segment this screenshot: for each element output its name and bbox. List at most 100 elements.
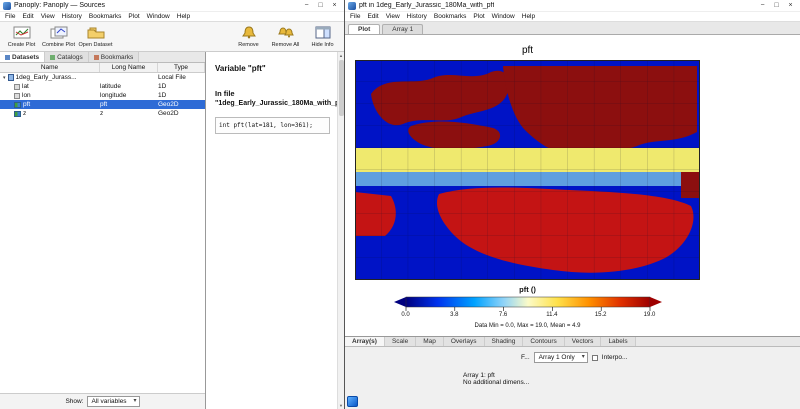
tab-array-1[interactable]: Array 1	[382, 24, 423, 34]
cell-name: pft	[23, 101, 30, 108]
open-dataset-icon	[87, 26, 105, 41]
menu-help[interactable]: Help	[177, 13, 190, 20]
menu-help[interactable]: Help	[522, 13, 535, 20]
open-dataset-button[interactable]: Open Dataset	[77, 26, 114, 48]
tab-contours[interactable]: Contours	[523, 337, 564, 346]
cell-long-name: z	[100, 109, 158, 118]
dims-info-text: No additional dimens...	[463, 379, 792, 386]
open-dataset-label: Open Dataset	[79, 42, 113, 48]
array-mode-select[interactable]: Array 1 Only	[534, 352, 588, 363]
dataset-pane: Datasets Catalogs Bookmarks Name Long Na…	[0, 52, 206, 409]
table-row-z[interactable]: z z Geo2D	[0, 109, 205, 118]
tab-scale[interactable]: Scale	[385, 337, 416, 346]
colorbar-label: pft ()	[519, 285, 536, 294]
tab-catalogs[interactable]: Catalogs	[45, 52, 89, 62]
plot-titlebar[interactable]: pft in 1deg_Early_Jurassic_180Ma_with_pf…	[345, 0, 800, 12]
tab-catalogs-label: Catalogs	[57, 54, 83, 61]
scrollbar-thumb[interactable]	[339, 60, 344, 116]
plot-menubar: File Edit View History Bookmarks Plot Wi…	[345, 12, 800, 22]
menu-bookmarks[interactable]: Bookmarks	[89, 13, 122, 20]
maximize-button[interactable]: □	[314, 1, 327, 11]
menu-window[interactable]: Window	[492, 13, 515, 20]
sources-content: Datasets Catalogs Bookmarks Name Long Na…	[0, 52, 344, 409]
table-row-lon[interactable]: lon longitude 1D	[0, 91, 205, 100]
remove-button[interactable]: Remove	[230, 26, 267, 48]
menu-bookmarks[interactable]: Bookmarks	[434, 13, 467, 20]
tick-label: 7.6	[499, 312, 507, 318]
sources-titlebar[interactable]: Panoply: Panoply — Sources − □ ×	[0, 0, 344, 12]
variable-1d-icon	[14, 84, 20, 90]
minimize-button[interactable]: −	[756, 1, 769, 11]
close-button[interactable]: ×	[328, 1, 341, 11]
create-plot-button[interactable]: Create Plot	[3, 26, 40, 48]
tab-arrays[interactable]: Array(s)	[345, 337, 385, 346]
column-header-name[interactable]: Name	[0, 63, 100, 72]
colorbar	[393, 296, 663, 312]
sources-window: Panoply: Panoply — Sources − □ × File Ed…	[0, 0, 345, 409]
cell-type: Geo2D	[158, 100, 205, 109]
menu-edit[interactable]: Edit	[367, 13, 378, 20]
tab-datasets-label: Datasets	[12, 54, 39, 61]
tick-label: 3.8	[450, 312, 458, 318]
tab-plot[interactable]: Plot	[348, 24, 380, 34]
menu-window[interactable]: Window	[147, 13, 170, 20]
scroll-down-icon[interactable]: ▼	[339, 402, 343, 409]
tab-vectors[interactable]: Vectors	[565, 337, 602, 346]
tab-shading[interactable]: Shading	[485, 337, 524, 346]
info-scrollbar[interactable]: ▲ ▼	[337, 52, 344, 409]
menu-plot[interactable]: Plot	[473, 13, 484, 20]
scroll-up-icon[interactable]: ▲	[339, 52, 343, 59]
maximize-button[interactable]: □	[770, 1, 783, 11]
tab-overlays[interactable]: Overlays	[444, 337, 485, 346]
colorbar-block: pft ()	[355, 285, 700, 329]
create-plot-icon	[13, 26, 31, 41]
menu-file[interactable]: File	[5, 13, 15, 20]
menu-file[interactable]: File	[350, 13, 360, 20]
remove-all-button[interactable]: Remove All	[267, 26, 304, 48]
column-header-type[interactable]: Type	[158, 63, 205, 72]
hide-info-button[interactable]: Hide Info	[304, 26, 341, 48]
menu-history[interactable]: History	[407, 13, 427, 20]
menu-history[interactable]: History	[62, 13, 82, 20]
table-row-lat[interactable]: lat latitude 1D	[0, 82, 205, 91]
array-info-text: Array 1: pft	[463, 372, 792, 379]
column-header-long-name[interactable]: Long Name	[100, 63, 158, 72]
tree-table-body: ▾ 1deg_Early_Jurass... Local File lat la…	[0, 73, 205, 393]
graticule-grid	[355, 60, 700, 280]
colorbar-tick-labels: 0.0 3.8 7.6 11.4 15.2 19.0	[393, 312, 663, 320]
menu-edit[interactable]: Edit	[22, 13, 33, 20]
panoply-corner-icon	[347, 396, 358, 407]
hide-info-icon	[315, 26, 331, 41]
interpolate-label: Interpo...	[602, 354, 628, 361]
combine-plot-button[interactable]: Combine Plot	[40, 26, 77, 48]
tick-label: 11.4	[546, 312, 557, 318]
menu-view[interactable]: View	[386, 13, 400, 20]
sources-menubar: File Edit View History Bookmarks Plot Wi…	[0, 12, 344, 22]
cell-long-name	[100, 73, 158, 82]
table-row-pft-selected[interactable]: pft pft Geo2D	[0, 100, 205, 109]
menu-view[interactable]: View	[41, 13, 55, 20]
remove-all-bells-icon	[278, 26, 294, 41]
datasets-icon	[5, 55, 10, 60]
tab-labels[interactable]: Labels	[601, 337, 635, 346]
tab-bookmarks[interactable]: Bookmarks	[89, 52, 140, 62]
cell-type: 1D	[158, 91, 205, 100]
tick-label: 15.2	[595, 312, 607, 318]
tab-datasets[interactable]: Datasets	[0, 52, 45, 62]
table-row-dataset[interactable]: ▾ 1deg_Early_Jurass... Local File	[0, 73, 205, 82]
minimize-button[interactable]: −	[300, 1, 313, 11]
variable-declaration: int pft(lat=181, lon=361);	[215, 117, 330, 134]
in-file-label: In file	[215, 89, 330, 98]
show-variables-select[interactable]: All variables	[87, 396, 140, 407]
expander-icon[interactable]: ▾	[3, 75, 6, 81]
cell-name: lon	[22, 92, 31, 99]
menu-plot[interactable]: Plot	[128, 13, 139, 20]
interpolate-checkbox[interactable]	[592, 355, 598, 361]
show-label: Show:	[65, 398, 83, 405]
tab-map[interactable]: Map	[416, 337, 444, 346]
variable-1d-icon	[14, 93, 20, 99]
tick-label: 0.0	[401, 312, 409, 318]
catalogs-icon	[50, 55, 55, 60]
cell-long-name: pft	[100, 100, 158, 109]
close-button[interactable]: ×	[784, 1, 797, 11]
